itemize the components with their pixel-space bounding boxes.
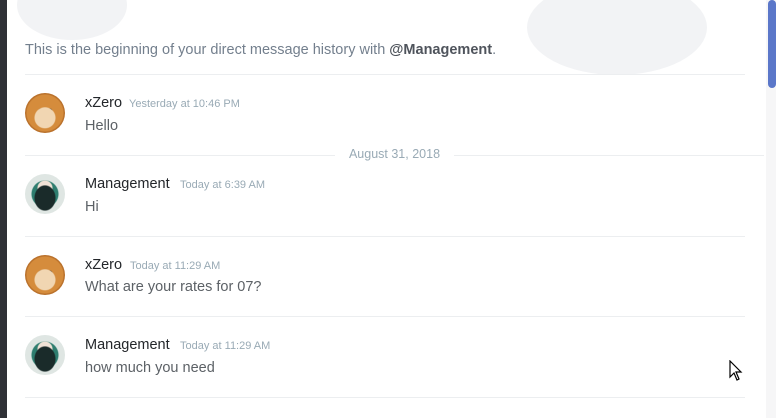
message-author[interactable]: Management <box>85 176 170 192</box>
avatar[interactable] <box>25 255 65 295</box>
date-separator: August 31, 2018 <box>337 147 452 161</box>
scrollbar-thumb[interactable] <box>768 0 776 88</box>
background-logo-right <box>527 0 707 75</box>
avatar[interactable] <box>25 335 65 375</box>
intro-mention[interactable]: @Management <box>389 42 492 58</box>
message-text: What are your rates for 07? <box>85 279 262 295</box>
message-timestamp: Today at 11:29 AM <box>180 340 271 352</box>
message-text: Hi <box>85 199 99 215</box>
message-text: Hello <box>85 118 119 134</box>
date-divider-left <box>25 155 335 156</box>
intro-prefix: This is the beginning of your direct mes… <box>25 42 390 58</box>
dm-chat-panel: This is the beginning of your direct mes… <box>7 0 776 418</box>
avatar[interactable] <box>25 93 65 133</box>
dm-history-intro: This is the beginning of your direct mes… <box>25 42 496 58</box>
intro-suffix: . <box>492 42 497 58</box>
message-author[interactable]: xZero <box>85 257 122 273</box>
divider <box>25 397 745 398</box>
avatar[interactable] <box>25 174 65 214</box>
background-logo-left <box>17 0 127 40</box>
divider <box>25 74 745 75</box>
divider <box>25 316 745 317</box>
message-author[interactable]: Management <box>85 337 170 353</box>
message-timestamp: Today at 11:29 AM <box>130 260 221 272</box>
mouse-cursor-icon <box>729 360 743 381</box>
message-timestamp: Today at 6:39 AM <box>180 179 265 191</box>
date-divider-right <box>454 155 764 156</box>
message-timestamp: Yesterday at 10:46 PM <box>129 98 240 110</box>
message-text: how much you need <box>85 360 215 376</box>
divider <box>25 236 745 237</box>
message-author[interactable]: xZero <box>85 95 122 111</box>
